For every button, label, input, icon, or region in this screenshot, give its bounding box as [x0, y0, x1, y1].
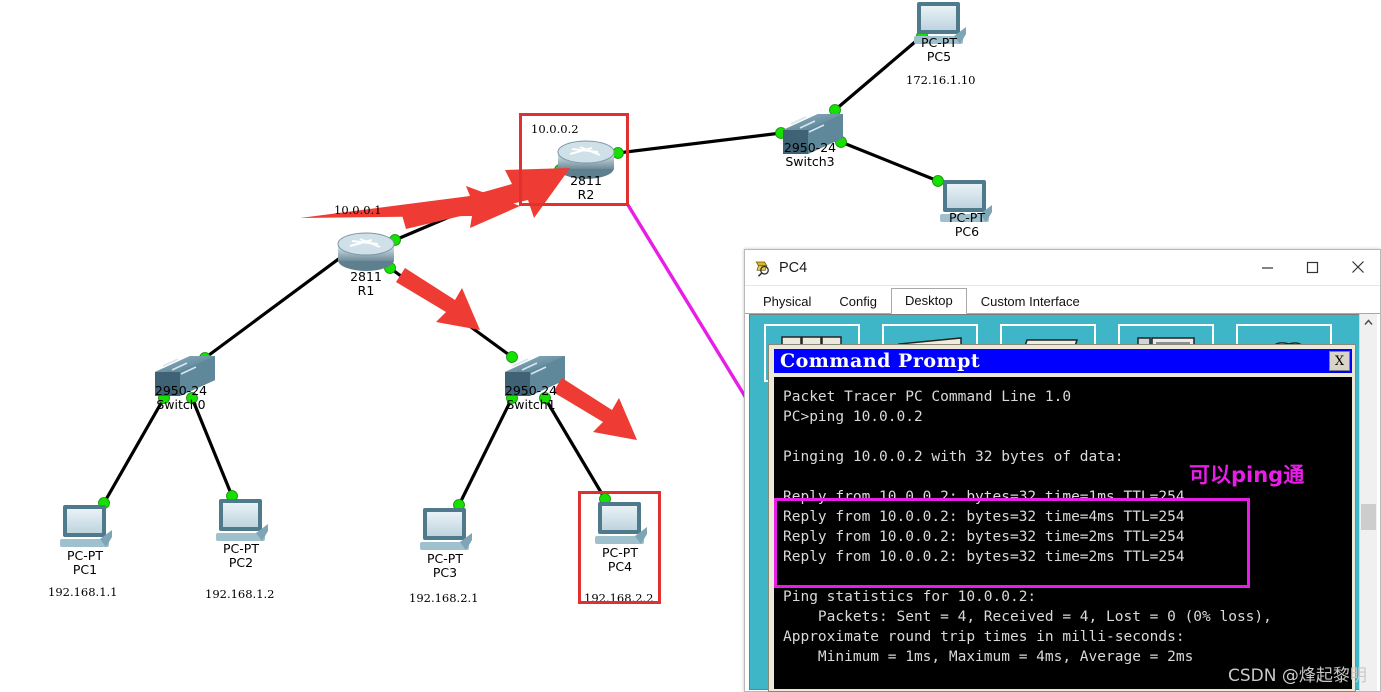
node-ip-pc1: 192.168.1.1	[48, 585, 118, 599]
node-label-pc4: PC-PT PC4	[602, 545, 638, 574]
command-prompt-titlebar: Command Prompt X	[774, 349, 1352, 373]
node-ip-pc4: 192.168.2.2	[584, 591, 654, 605]
console-line: Reply from 10.0.0.2: bytes=32 time=1ms T…	[783, 489, 1185, 505]
node-label-pc2: PC-PT PC2	[223, 541, 259, 570]
scroll-up-icon[interactable]	[1360, 314, 1377, 331]
screenshot-root: 2811 R1 10.0.0.1 2811 R2 10.0.0.2 2950-2…	[0, 0, 1381, 692]
maximize-button[interactable]	[1290, 250, 1335, 284]
console-line: Ping statistics for 10.0.0.2:	[783, 589, 1037, 605]
console-line: Reply from 10.0.0.2: bytes=32 time=2ms T…	[783, 549, 1185, 565]
red-arrow-r1-to-r2	[300, 168, 570, 229]
desktop-vertical-scrollbar[interactable]	[1359, 314, 1377, 691]
node-ip-pc3: 192.168.2.1	[409, 591, 479, 605]
tab-physical[interactable]: Physical	[749, 289, 825, 314]
window-titlebar: PC4	[745, 250, 1380, 286]
packet-tracer-icon	[755, 261, 769, 277]
node-label-switch0: 2950-24 Switch0	[154, 383, 208, 412]
node-label-r1: 2811 R1	[350, 269, 382, 298]
command-prompt-console[interactable]: Packet Tracer PC Command Line 1.0 PC>pin…	[774, 377, 1352, 689]
node-label-pc5: PC-PT PC5	[921, 35, 957, 64]
annotation-chinese-note: 可以ping通	[1189, 463, 1305, 487]
node-ip-pc5: 172.16.1.10	[906, 73, 976, 87]
node-ip-pc2: 192.168.1.2	[205, 587, 275, 601]
pc3-glyph	[420, 508, 472, 550]
window-title: PC4	[779, 259, 808, 276]
pc4-glyph	[595, 502, 647, 544]
console-line: Packet Tracer PC Command Line 1.0	[783, 389, 1072, 405]
tab-custom-interface[interactable]: Custom Interface	[967, 289, 1094, 314]
node-label-switch1: 2950-24 Switch1	[504, 383, 558, 412]
router-r1-glyph	[337, 232, 395, 271]
pc2-glyph	[216, 499, 268, 541]
console-line: PC>ping 10.0.0.2	[783, 409, 923, 425]
console-line: Approximate round trip times in milli-se…	[783, 629, 1185, 645]
window-controls	[1245, 250, 1380, 284]
tab-config[interactable]: Config	[825, 289, 891, 314]
device-tabbar[interactable]: Physical Config Desktop Custom Interface	[745, 286, 1380, 314]
csdn-watermark: CSDN @烽起黎明	[1228, 666, 1367, 686]
command-prompt-window[interactable]: Command Prompt X Packet Tracer PC Comman…	[768, 344, 1356, 692]
command-prompt-close-button[interactable]: X	[1329, 351, 1350, 371]
node-label-r2: 2811 R2	[570, 173, 602, 202]
scrollbar-thumb[interactable]	[1361, 504, 1376, 530]
node-ip-r2: 10.0.0.2	[531, 122, 579, 136]
tab-desktop[interactable]: Desktop	[891, 288, 967, 314]
command-prompt-title: Command Prompt	[780, 350, 981, 372]
console-line: Reply from 10.0.0.2: bytes=32 time=4ms T…	[783, 509, 1185, 525]
node-label-pc1: PC-PT PC1	[67, 548, 103, 577]
node-label-pc6: PC-PT PC6	[949, 210, 985, 239]
console-line: Reply from 10.0.0.2: bytes=32 time=2ms T…	[783, 529, 1185, 545]
node-label-pc3: PC-PT PC3	[427, 551, 463, 580]
node-ip-r1: 10.0.0.1	[334, 203, 382, 217]
minimize-button[interactable]	[1245, 250, 1290, 284]
console-line: Packets: Sent = 4, Received = 4, Lost = …	[783, 609, 1272, 625]
close-button[interactable]	[1335, 250, 1380, 284]
pc1-glyph	[60, 505, 112, 547]
node-label-switch3: 2950-24 Switch3	[783, 140, 837, 169]
